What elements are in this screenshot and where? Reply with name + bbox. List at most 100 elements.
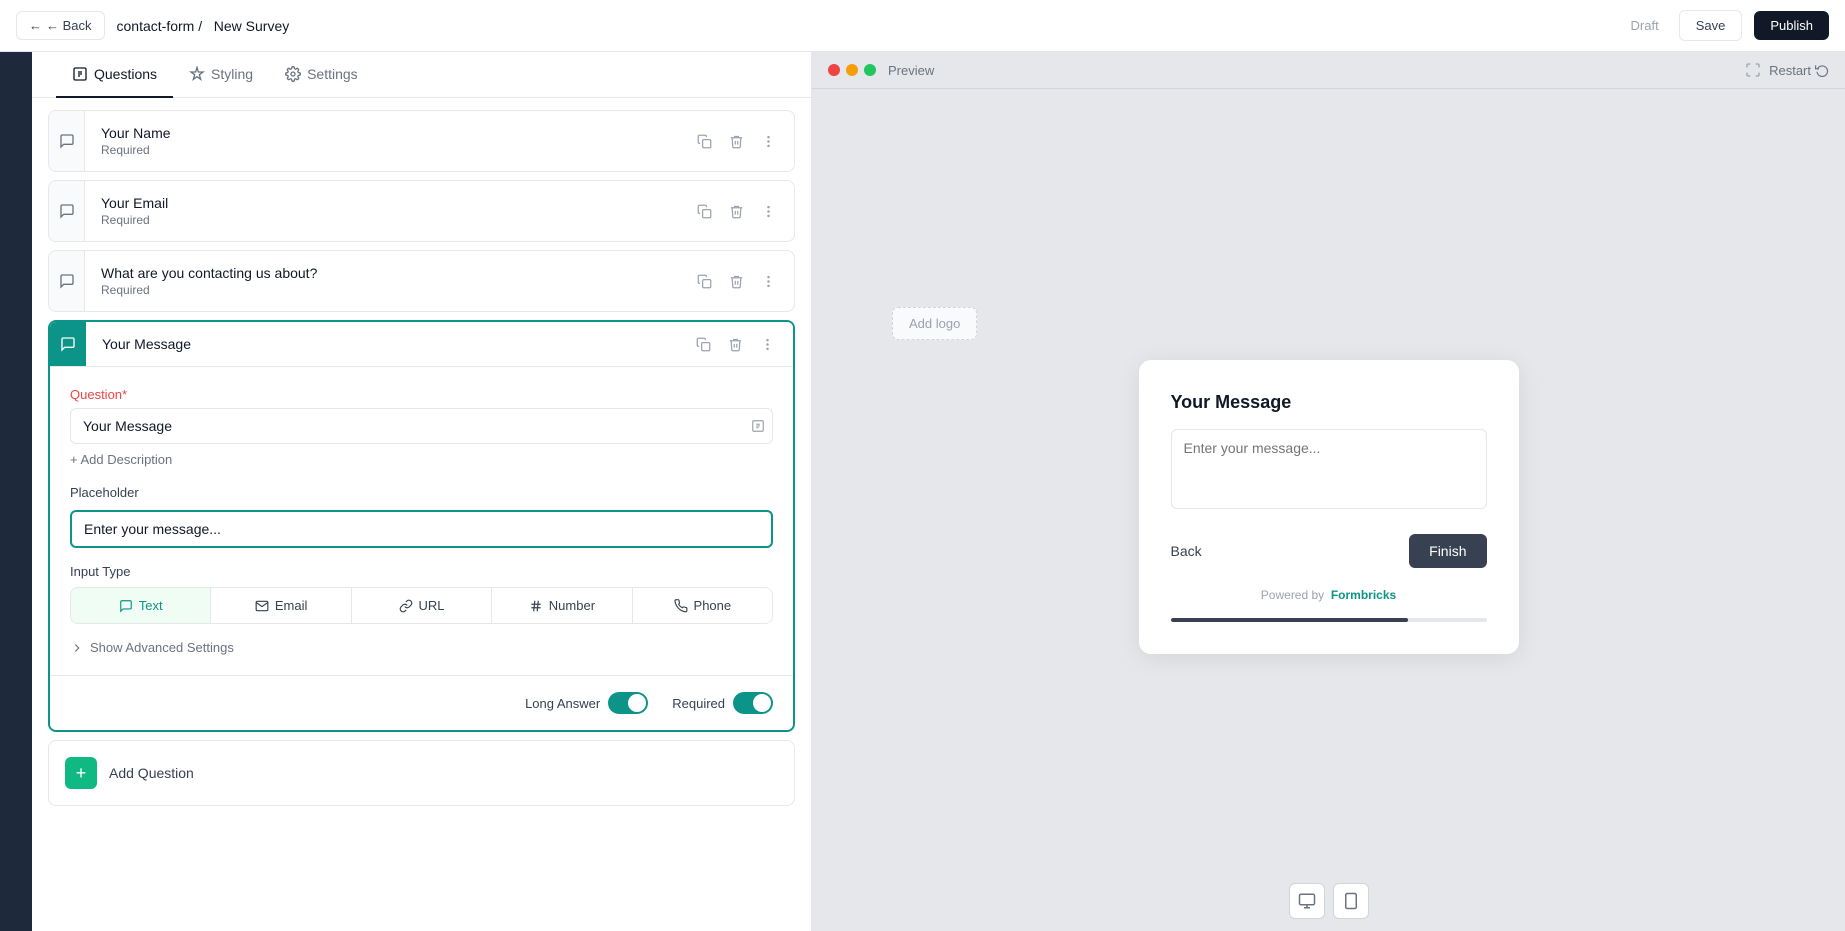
tab-styling-label: Styling xyxy=(211,66,253,82)
questions-icon xyxy=(72,66,88,82)
email-type-label: Email xyxy=(275,598,308,613)
input-type-url[interactable]: URL xyxy=(352,588,492,623)
q1-icon-strip xyxy=(49,111,85,171)
question-format-button[interactable] xyxy=(751,419,765,433)
more-icon xyxy=(761,134,776,149)
add-question-label: Add Question xyxy=(109,765,194,781)
q1-more-button[interactable] xyxy=(754,127,782,155)
placeholder-field-label: Placeholder xyxy=(70,485,773,500)
input-type-section: Input Type Text Email xyxy=(70,564,773,624)
q3-more-button[interactable] xyxy=(754,267,782,295)
restart-button[interactable]: Restart xyxy=(1769,63,1829,78)
question-card-3[interactable]: What are you contacting us about? Requir… xyxy=(48,250,795,312)
q1-duplicate-button[interactable] xyxy=(690,127,718,155)
q2-required: Required xyxy=(101,213,662,227)
question-input-wrapper xyxy=(70,408,773,444)
save-button[interactable]: Save xyxy=(1679,10,1743,41)
input-type-email[interactable]: Email xyxy=(211,588,351,623)
question-field-label: Question* xyxy=(70,387,773,402)
back-label: ← Back xyxy=(46,18,92,33)
preview-panel: Preview Restart Add logo Your Message xyxy=(812,52,1845,931)
preview-area: Add logo Your Message Back Finish Powere… xyxy=(812,89,1845,871)
aq-duplicate-button[interactable] xyxy=(689,330,717,358)
more-icon-2 xyxy=(761,204,776,219)
q2-actions xyxy=(678,181,794,241)
long-answer-label: Long Answer xyxy=(525,696,600,711)
preview-finish-button[interactable]: Finish xyxy=(1409,534,1486,568)
q3-content: What are you contacting us about? Requir… xyxy=(85,251,678,311)
powered-by: Powered by Formbricks xyxy=(1171,588,1487,602)
desktop-icon xyxy=(1298,892,1316,910)
aq-more-icon xyxy=(760,337,775,352)
back-button[interactable]: ← ← Back xyxy=(16,11,105,40)
preview-back-button[interactable]: Back xyxy=(1171,543,1202,559)
question-editor-active: Your Message xyxy=(48,320,795,732)
add-question-row[interactable]: + Add Question xyxy=(48,740,795,806)
publish-button[interactable]: Publish xyxy=(1754,11,1829,40)
preview-textarea[interactable] xyxy=(1171,429,1487,509)
settings-icon xyxy=(285,66,301,82)
tl-green xyxy=(864,64,876,76)
tab-styling[interactable]: Styling xyxy=(173,52,269,98)
required-marker: * xyxy=(122,387,127,402)
question-card-1[interactable]: Your Name Required xyxy=(48,110,795,172)
q3-duplicate-button[interactable] xyxy=(690,267,718,295)
qe-actions xyxy=(677,330,793,358)
delete-icon-2 xyxy=(729,204,744,219)
q1-delete-button[interactable] xyxy=(722,127,750,155)
progress-bar xyxy=(1171,618,1487,622)
phone-type-icon xyxy=(674,599,688,613)
chevron-right-icon xyxy=(70,641,84,655)
main-layout: Questions Styling Settings Your Name Req… xyxy=(0,52,1845,931)
progress-fill xyxy=(1171,618,1408,622)
aq-delete-button[interactable] xyxy=(721,330,749,358)
duplicate-icon-3 xyxy=(697,274,712,289)
q3-type-icon xyxy=(59,273,75,289)
tab-settings[interactable]: Settings xyxy=(269,52,374,98)
left-sidebar xyxy=(0,52,32,931)
required-toggle-label: Required xyxy=(672,696,725,711)
advanced-settings-button[interactable]: Show Advanced Settings xyxy=(70,640,234,655)
aq-more-button[interactable] xyxy=(753,330,781,358)
expand-icon xyxy=(1745,62,1761,78)
placeholder-input[interactable] xyxy=(70,510,773,548)
q3-required: Required xyxy=(101,283,662,297)
q3-delete-button[interactable] xyxy=(722,267,750,295)
q1-required: Required xyxy=(101,143,662,157)
question-input[interactable] xyxy=(70,408,773,444)
qe-icon-strip xyxy=(50,322,86,366)
tabs-bar: Questions Styling Settings xyxy=(32,52,811,98)
traffic-lights xyxy=(828,64,876,76)
question-input-row xyxy=(70,408,773,444)
input-type-label: Input Type xyxy=(70,564,773,579)
format-icon xyxy=(751,419,765,433)
q2-delete-button[interactable] xyxy=(722,197,750,225)
restart-icon xyxy=(1815,63,1829,77)
duplicate-icon-2 xyxy=(697,204,712,219)
q2-duplicate-button[interactable] xyxy=(690,197,718,225)
url-type-label: URL xyxy=(419,598,445,613)
q1-content: Your Name Required xyxy=(85,111,678,171)
question-card-2[interactable]: Your Email Required xyxy=(48,180,795,242)
required-toggle[interactable] xyxy=(733,692,773,714)
add-description-button[interactable]: + Add Description xyxy=(70,452,172,467)
preview-card-title: Your Message xyxy=(1171,392,1487,413)
input-type-text[interactable]: Text xyxy=(71,588,211,623)
preview-actions: Back Finish xyxy=(1171,534,1487,568)
mobile-view-button[interactable] xyxy=(1333,883,1369,919)
input-type-phone[interactable]: Phone xyxy=(633,588,772,623)
advanced-settings-label: Show Advanced Settings xyxy=(90,640,234,655)
add-logo-button[interactable]: Add logo xyxy=(892,307,977,340)
q3-actions xyxy=(678,251,794,311)
phone-type-label: Phone xyxy=(694,598,732,613)
preview-expand-button[interactable] xyxy=(1745,62,1761,78)
text-type-label: Text xyxy=(139,598,163,613)
preview-label: Preview xyxy=(888,63,934,78)
tab-questions[interactable]: Questions xyxy=(56,52,173,98)
long-answer-toggle[interactable] xyxy=(608,692,648,714)
powered-by-text: Powered by xyxy=(1261,588,1324,602)
desktop-view-button[interactable] xyxy=(1289,883,1325,919)
topnav: ← ← Back contact-form / New Survey Draft… xyxy=(0,0,1845,52)
input-type-number[interactable]: Number xyxy=(492,588,632,623)
q2-more-button[interactable] xyxy=(754,197,782,225)
